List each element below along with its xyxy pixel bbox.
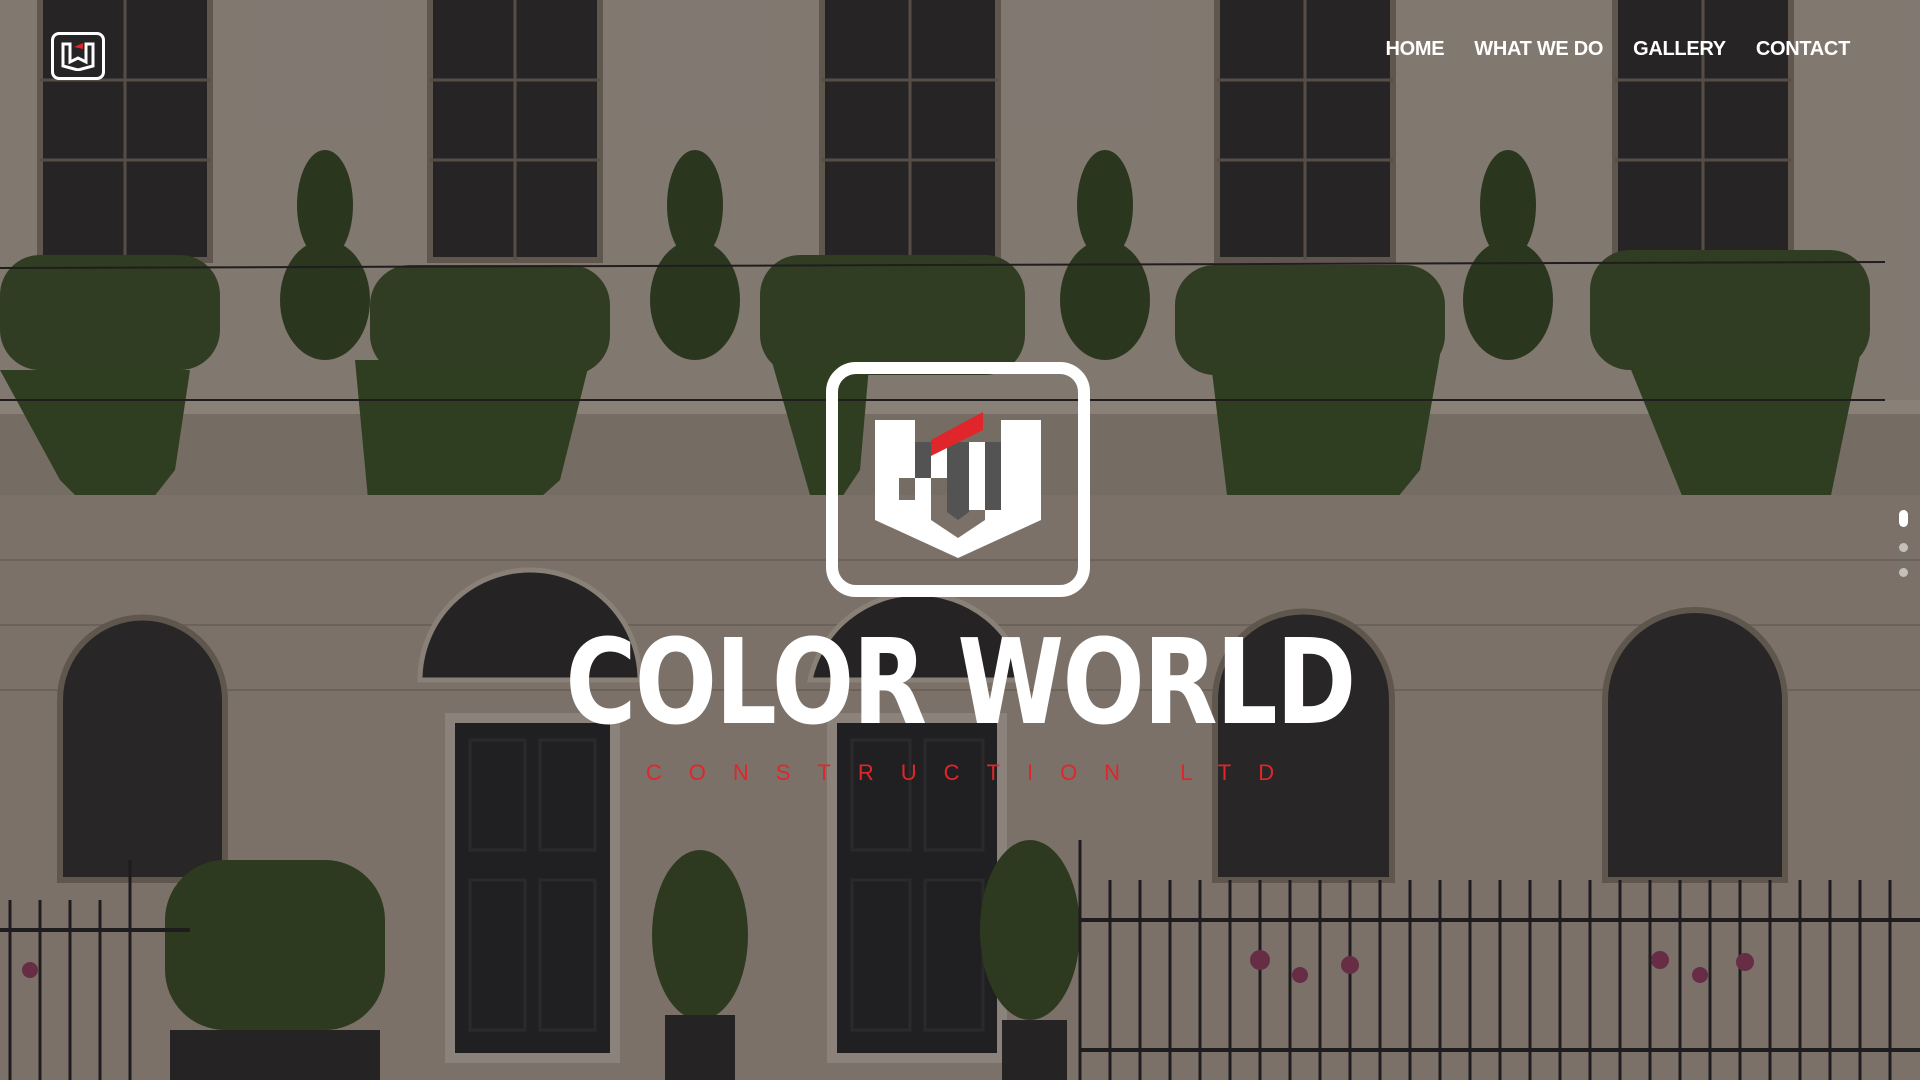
brand-tagline: CONSTRUCTION LTD (645, 760, 1302, 785)
site-logo-cw-icon[interactable] (51, 32, 105, 80)
nav-home-link[interactable]: HOME (1385, 38, 1444, 61)
main-navigation: HOME WHAT WE DO GALLERY CONTACT (1385, 38, 1850, 61)
slide-dot-2[interactable] (1899, 543, 1908, 552)
slide-dot-1[interactable] (1899, 510, 1908, 527)
nav-contact-link[interactable]: CONTACT (1756, 38, 1850, 61)
nav-gallery-link[interactable]: GALLERY (1633, 38, 1726, 61)
slide-dot-3[interactable] (1899, 568, 1908, 577)
brand-name: COLOR WORLD (565, 613, 1356, 751)
slider-pagination (1899, 510, 1908, 577)
brand-logo-mark (826, 362, 1090, 597)
cw-logo-icon (61, 42, 95, 71)
nav-what-we-do-link[interactable]: WHAT WE DO (1474, 38, 1603, 61)
cw-logo-icon (875, 411, 1041, 558)
